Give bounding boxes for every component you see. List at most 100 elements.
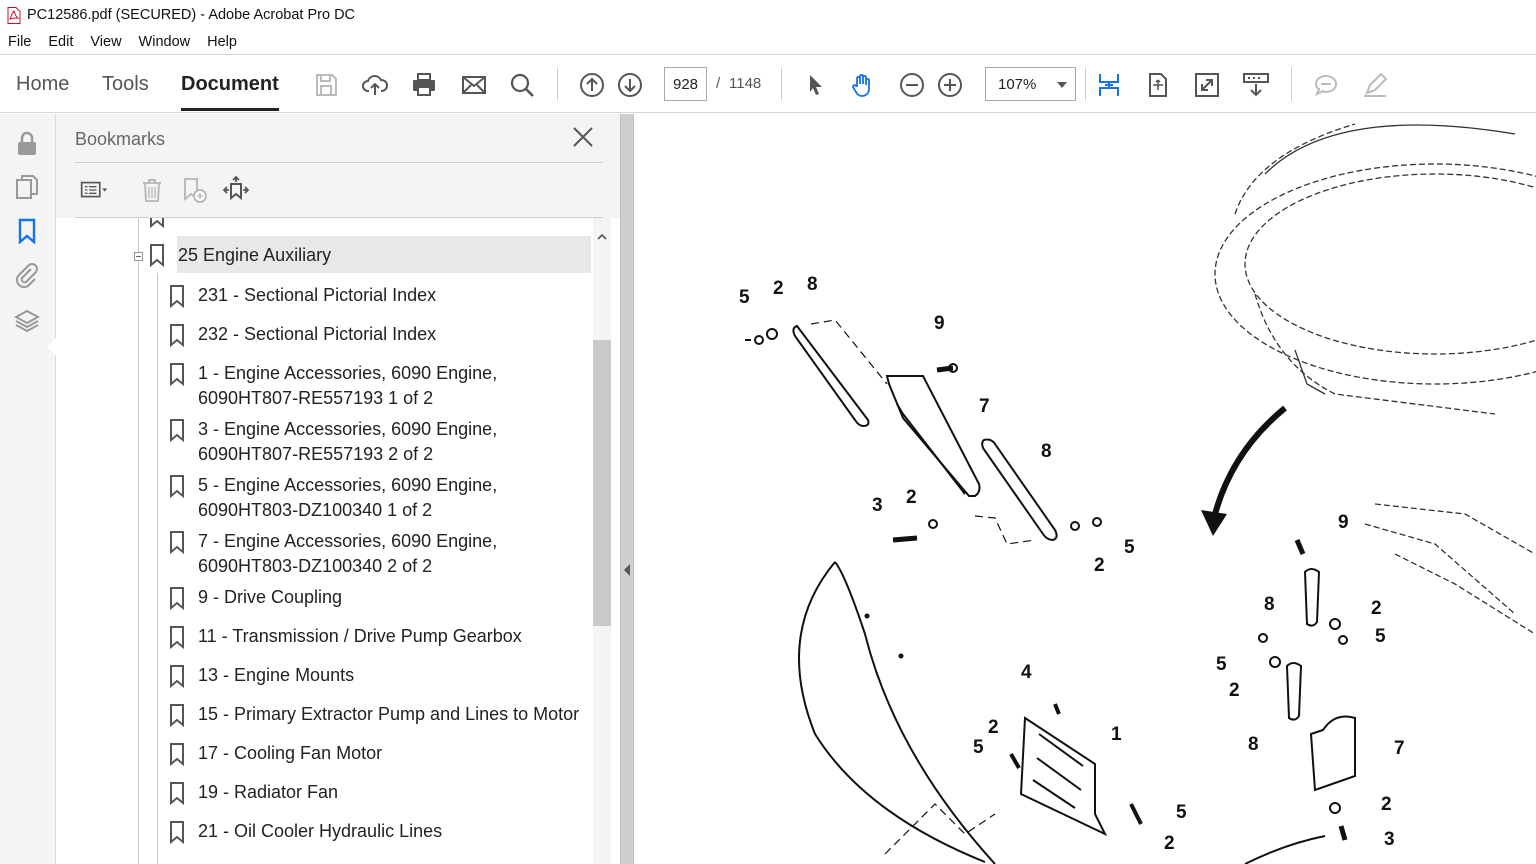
- bookmarks-scrollbar[interactable]: [593, 218, 611, 864]
- rotate-icon: [1149, 73, 1167, 97]
- save-button[interactable]: [308, 67, 344, 103]
- attachments-button[interactable]: [12, 260, 42, 290]
- pages-button[interactable]: [12, 172, 42, 202]
- zoom-select[interactable]: 107%: [985, 67, 1076, 101]
- tab-tools[interactable]: Tools: [102, 73, 149, 96]
- menu-window[interactable]: Window: [139, 34, 191, 50]
- bookmark-item-label: 17 - Cooling Fan Motor: [198, 743, 383, 763]
- menu-view[interactable]: View: [90, 34, 121, 50]
- bookmark-icon: [170, 587, 184, 610]
- upload-icon: [362, 75, 388, 95]
- fullscreen-button[interactable]: [1189, 67, 1225, 103]
- prev-page-button[interactable]: [574, 67, 610, 103]
- tree-line: [138, 218, 139, 864]
- bookmark-icon: [170, 531, 184, 554]
- lock-icon: [18, 131, 36, 155]
- callout-label: 5: [1216, 654, 1227, 675]
- callout-label: 5: [1124, 537, 1135, 558]
- bookmark-item-label: 13 - Engine Mounts: [198, 665, 355, 685]
- expand-bookmark-button[interactable]: [219, 174, 253, 206]
- email-button[interactable]: [456, 67, 492, 103]
- panel-splitter[interactable]: [620, 114, 634, 864]
- bookmark-item-label-line2: 6090HT807-RE557193 2 of 2: [198, 444, 434, 464]
- bookmark-icon: [170, 782, 184, 805]
- lock-button[interactable]: [12, 128, 42, 158]
- fit-page-button[interactable]: [1091, 67, 1127, 103]
- pages-icon: [16, 175, 38, 199]
- bookmark-item-label: 5 - Engine Accessories, 6090 Engine,: [198, 475, 498, 495]
- delete-bookmark-button[interactable]: [135, 174, 169, 206]
- close-icon[interactable]: [570, 124, 596, 150]
- title-bar: PC12586.pdf (SECURED) - Adobe Acrobat Pr…: [0, 0, 1536, 30]
- callout-label: 2: [1371, 598, 1382, 619]
- bookmark-icon: [170, 475, 184, 498]
- toolbar-divider: [1085, 67, 1086, 101]
- callout-label: 2: [988, 717, 999, 738]
- menu-help[interactable]: Help: [207, 34, 237, 50]
- bookmark-item-label: 7 - Engine Accessories, 6090 Engine,: [198, 531, 498, 551]
- bookmark-icon: [170, 324, 184, 347]
- window-title: PC12586.pdf (SECURED) - Adobe Acrobat Pr…: [27, 7, 356, 23]
- print-icon: [413, 73, 435, 96]
- new-bookmark-icon: [184, 178, 207, 203]
- bookmarks-button[interactable]: [12, 216, 42, 246]
- bookmark-icon: [170, 626, 184, 649]
- bookmark-icon: [170, 665, 184, 688]
- collapse-toggle[interactable]: [134, 252, 143, 261]
- tab-home[interactable]: Home: [16, 73, 69, 96]
- chevron-up-icon[interactable]: [597, 232, 607, 242]
- bookmark-item-label: 231 - Sectional Pictorial Index: [198, 285, 437, 305]
- bookmark-item-label: 1 - Engine Accessories, 6090 Engine,: [198, 363, 498, 383]
- zoom-value: 107%: [998, 76, 1037, 93]
- page-total: 1148: [729, 75, 762, 92]
- select-tool-button[interactable]: [797, 67, 833, 103]
- bookmark-item-label: 15 - Primary Extractor Pump and Lines to…: [198, 704, 580, 724]
- bookmark-icon: [170, 285, 184, 308]
- document-view[interactable]: 5 2 8 9 7 8 3 2 2 5 9 8 2 5 5 2 4 2 5 1 …: [635, 114, 1536, 864]
- chevron-down-icon: [1057, 82, 1067, 88]
- pdf-file-icon: [7, 6, 21, 24]
- zoom-out-button[interactable]: [894, 67, 930, 103]
- layers-icon: [14, 309, 40, 333]
- fullscreen-icon: [1195, 73, 1219, 97]
- bookmark-icon: [150, 244, 164, 267]
- bookmark-item-label-line2: 6090HT807-RE557193 1 of 2: [198, 388, 434, 408]
- fit-page-icon: [1099, 74, 1119, 96]
- menu-edit[interactable]: Edit: [48, 34, 73, 50]
- bookmark-options-button[interactable]: [77, 174, 111, 206]
- rotate-button[interactable]: [1140, 67, 1176, 103]
- zoom-in-button[interactable]: [932, 67, 968, 103]
- bookmark-item-label: 11 - Transmission / Drive Pump Gearbox: [198, 626, 522, 646]
- page-number-input[interactable]: [664, 67, 707, 101]
- tab-document[interactable]: Document: [181, 73, 279, 111]
- print-button[interactable]: [406, 67, 442, 103]
- next-page-button[interactable]: [612, 67, 648, 103]
- bookmark-item-label: 21 - Oil Cooler Hydraulic Lines: [198, 821, 443, 841]
- callout-label: 5: [1375, 626, 1386, 647]
- menu-file[interactable]: File: [8, 34, 31, 50]
- bookmark-item-label: 3 - Engine Accessories, 6090 Engine,: [198, 419, 498, 439]
- callout-label: 7: [979, 396, 990, 417]
- hand-tool-button[interactable]: [845, 67, 881, 103]
- upload-button[interactable]: [357, 67, 393, 103]
- select-tool-icon: [810, 75, 822, 95]
- save-icon: [316, 74, 337, 96]
- layers-button[interactable]: [12, 306, 42, 336]
- collapse-panel-icon[interactable]: [624, 564, 630, 576]
- search-button[interactable]: [504, 67, 540, 103]
- highlight-button[interactable]: [1357, 67, 1393, 103]
- toolbar-divider: [557, 67, 558, 101]
- callout-label: 2: [906, 487, 917, 508]
- bookmark-icon: [150, 218, 164, 228]
- new-bookmark-button[interactable]: [177, 174, 211, 206]
- comment-button[interactable]: [1308, 67, 1344, 103]
- divider: [75, 162, 603, 163]
- bookmark-icon: [170, 821, 184, 844]
- callout-label: 2: [1164, 833, 1175, 854]
- bookmark-icon: [170, 363, 184, 386]
- bookmark-icon: [170, 704, 184, 727]
- toolbar: Home Tools Document / 1148 107%: [0, 54, 1536, 113]
- scroll-mode-button[interactable]: [1238, 67, 1274, 103]
- scrollbar-thumb[interactable]: [593, 340, 611, 626]
- bookmark-tree: 25 Engine Auxiliary 231 - Sectional Pict…: [56, 218, 620, 864]
